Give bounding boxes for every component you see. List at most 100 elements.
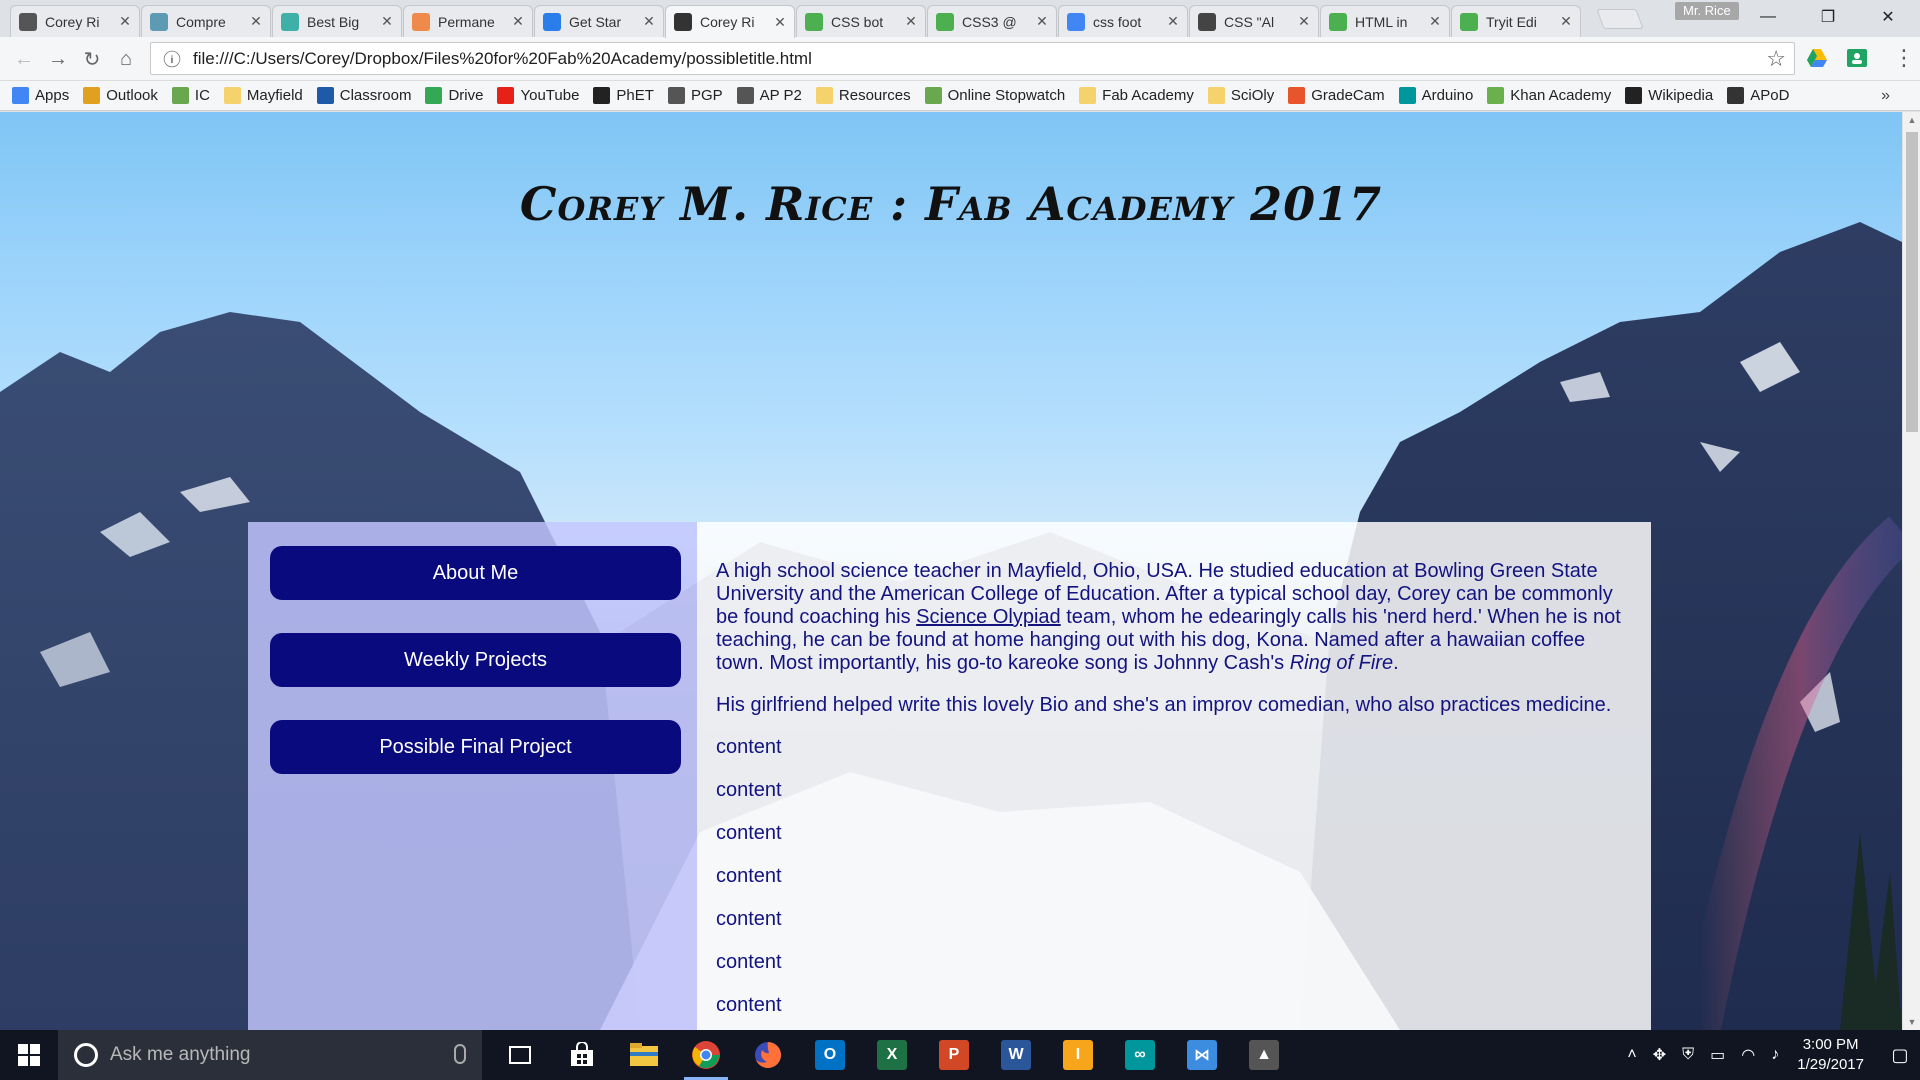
bookmark-item[interactable]: IC	[171, 87, 210, 104]
bookmark-item[interactable]: Drive	[425, 87, 483, 104]
scroll-down-arrow-icon[interactable]: ▼	[1903, 1014, 1920, 1030]
taskbar-store-icon[interactable]	[552, 1030, 612, 1080]
bookmark-item[interactable]: PhET	[593, 87, 654, 104]
browser-tab[interactable]: css foot ✕	[1058, 5, 1188, 37]
taskbar-word-icon[interactable]: W	[986, 1030, 1046, 1080]
tab-title: CSS "Al	[1224, 13, 1275, 30]
bookmark-item[interactable]: YouTube	[497, 87, 579, 104]
microphone-icon[interactable]	[454, 1044, 466, 1064]
bookmark-item[interactable]: Arduino	[1398, 87, 1473, 104]
scroll-up-arrow-icon[interactable]: ▲	[1903, 112, 1920, 128]
start-button[interactable]	[0, 1030, 58, 1080]
bookmark-item[interactable]: AP P2	[736, 87, 802, 104]
battery-icon[interactable]: ▭	[1710, 1045, 1725, 1065]
bookmark-item[interactable]: Mayfield	[223, 87, 303, 104]
bookmark-item[interactable]: GradeCam	[1288, 87, 1385, 104]
bookmark-item[interactable]: APoD	[1727, 87, 1789, 104]
security-shield-icon[interactable]: ⛨	[1682, 1046, 1694, 1064]
tab-title: Corey Ri	[700, 14, 755, 30]
taskbar-firefox-icon[interactable]	[738, 1030, 798, 1080]
close-tab-icon[interactable]: ✕	[512, 13, 524, 30]
bookmarks-overflow-icon[interactable]: »	[1881, 87, 1890, 105]
close-tab-icon[interactable]: ✕	[774, 14, 786, 31]
bookmark-item[interactable]: Online Stopwatch	[924, 87, 1065, 104]
profile-button[interactable]: Mr. Rice	[1675, 2, 1739, 20]
taskbar-outlook-icon[interactable]: O	[800, 1030, 860, 1080]
bookmark-item[interactable]: PGP	[667, 87, 723, 104]
google-drive-extension-icon[interactable]	[1806, 47, 1828, 69]
dropbox-icon[interactable]: ✥	[1653, 1045, 1666, 1065]
bookmark-item[interactable]: Fab Academy	[1079, 87, 1194, 104]
bookmark-item[interactable]: Khan Academy	[1487, 87, 1611, 104]
bookmark-item[interactable]: Apps	[12, 87, 69, 104]
close-tab-icon[interactable]: ✕	[250, 13, 262, 30]
taskbar-illustrator-icon[interactable]: I	[1048, 1030, 1108, 1080]
close-tab-icon[interactable]: ✕	[1560, 13, 1572, 30]
browser-tab[interactable]: Compre ✕	[141, 5, 271, 37]
browser-tab[interactable]: CSS3 @ ✕	[927, 5, 1057, 37]
scrollbar-thumb[interactable]	[1906, 132, 1918, 432]
close-tab-icon[interactable]: ✕	[381, 13, 393, 30]
browser-tab[interactable]: Corey Ri ✕	[10, 5, 140, 37]
close-tab-icon[interactable]: ✕	[1167, 13, 1179, 30]
close-tab-icon[interactable]: ✕	[1298, 13, 1310, 30]
restore-button[interactable]: ❐	[1800, 0, 1856, 34]
taskbar-excel-icon[interactable]: X	[862, 1030, 922, 1080]
tab-title: CSS3 @	[962, 13, 1017, 30]
google-icon	[1067, 12, 1085, 31]
home-button[interactable]: ⌂	[112, 45, 140, 73]
info-icon[interactable]: i	[163, 50, 181, 67]
show-hidden-icons-icon[interactable]: ˄	[1627, 1046, 1636, 1064]
taskbar-powerpoint-icon[interactable]: P	[924, 1030, 984, 1080]
taskbar-chrome-icon[interactable]	[676, 1030, 736, 1080]
taskbar-file-explorer-icon[interactable]	[614, 1030, 674, 1080]
bookmark-item[interactable]: Resources	[815, 87, 911, 104]
close-tab-icon[interactable]: ✕	[119, 13, 131, 30]
classroom-extension-icon[interactable]	[1846, 47, 1868, 69]
bookmark-star-icon[interactable]: ☆	[1766, 46, 1786, 72]
new-tab-button[interactable]	[1596, 9, 1644, 29]
close-tab-icon[interactable]: ✕	[643, 13, 655, 30]
close-tab-icon[interactable]: ✕	[1036, 13, 1048, 30]
nav-button-about-me[interactable]: About Me	[270, 546, 681, 600]
reload-button[interactable]: ↻	[78, 45, 106, 73]
cortana-search-box[interactable]: Ask me anything	[58, 1030, 482, 1080]
browser-tab[interactable]: CSS bot ✕	[796, 5, 926, 37]
tab-title: Corey Ri	[45, 13, 100, 30]
browser-tab[interactable]: Tryit Edi ✕	[1451, 5, 1581, 37]
minimize-button[interactable]: —	[1740, 0, 1796, 34]
taskbar-arduino-icon[interactable]: ∞	[1110, 1030, 1170, 1080]
volume-icon[interactable]: ♪	[1771, 1046, 1779, 1064]
science-olympiad-link[interactable]: Science Olypiad	[916, 606, 1061, 628]
browser-tab[interactable]: HTML in ✕	[1320, 5, 1450, 37]
chrome-menu-icon[interactable]: ⋮	[1893, 45, 1915, 71]
close-tab-icon[interactable]: ✕	[1429, 13, 1441, 30]
browser-tab[interactable]: Get Star ✕	[534, 5, 664, 37]
forward-button[interactable]: →	[44, 45, 72, 73]
tab-title: CSS bot	[831, 13, 884, 30]
page-scrollbar[interactable]: ▲ ▼	[1902, 112, 1920, 1030]
bookmark-item[interactable]: Outlook	[83, 87, 158, 104]
browser-tab[interactable]: Best Big ✕	[272, 5, 402, 37]
address-url[interactable]: file:///C:/Users/Corey/Dropbox/Files%20f…	[193, 49, 812, 69]
close-window-button[interactable]: ✕	[1860, 0, 1916, 34]
action-center-icon[interactable]: ▢	[1880, 1030, 1920, 1080]
browser-tab[interactable]: CSS "Al ✕	[1189, 5, 1319, 37]
close-tab-icon[interactable]: ✕	[905, 13, 917, 30]
system-clock[interactable]: 3:00 PM 1/29/2017	[1797, 1035, 1864, 1075]
pinwheel-icon	[667, 87, 685, 104]
bookmark-item[interactable]: Classroom	[316, 87, 411, 104]
wifi-icon[interactable]: ◠	[1741, 1045, 1755, 1065]
clock-date: 1/29/2017	[1797, 1056, 1864, 1073]
address-bar[interactable]: i file:///C:/Users/Corey/Dropbox/Files%2…	[150, 42, 1795, 75]
bookmark-item[interactable]: Wikipedia	[1625, 87, 1713, 104]
browser-tab[interactable]: Corey Ri ✕	[665, 5, 795, 38]
taskbar-task-view-icon[interactable]	[490, 1030, 550, 1080]
back-button[interactable]: ←	[10, 45, 38, 73]
bookmark-item[interactable]: SciOly	[1207, 87, 1274, 104]
taskbar-visual-studio-icon[interactable]: ⋈	[1172, 1030, 1232, 1080]
nav-button-possible-final-project[interactable]: Possible Final Project	[270, 720, 681, 774]
taskbar-inkscape-icon[interactable]: ▲	[1234, 1030, 1294, 1080]
nav-button-weekly-projects[interactable]: Weekly Projects	[270, 633, 681, 687]
browser-tab[interactable]: Permane ✕	[403, 5, 533, 37]
